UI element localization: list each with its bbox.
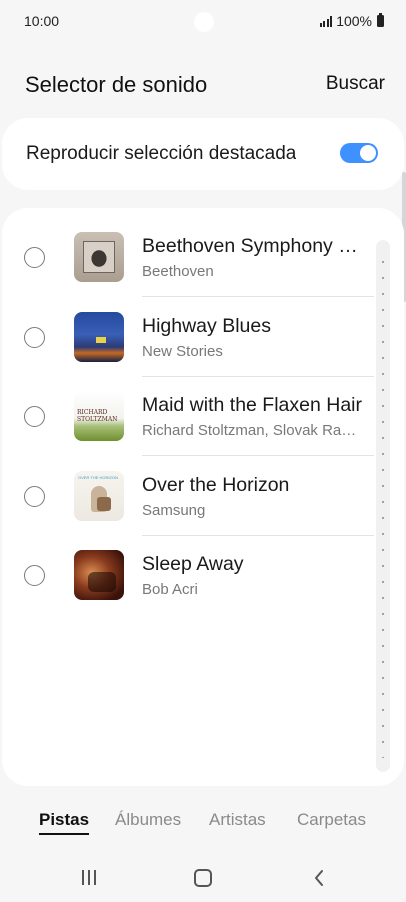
- divider: [142, 534, 374, 536]
- search-button[interactable]: Buscar: [326, 73, 385, 95]
- track-radio[interactable]: [24, 485, 45, 507]
- track-row[interactable]: Sleep Away Bob Acri: [2, 548, 404, 628]
- fast-scroll-bar[interactable]: [376, 240, 390, 772]
- track-radio[interactable]: [24, 406, 45, 427]
- highlight-toggle-card[interactable]: Reproducir selección destacada: [2, 118, 404, 190]
- battery-percent: 100%: [336, 13, 372, 29]
- track-radio[interactable]: [24, 247, 45, 268]
- divider: [142, 455, 374, 456]
- track-row[interactable]: RICHARD STOLTZMAN Maid with the Flaxen H…: [2, 389, 404, 469]
- track-artist: Richard Stoltzman, Slovak Radio Symphony…: [142, 422, 364, 439]
- track-artist: New Stories: [142, 342, 223, 360]
- track-artist: Bob Acri: [142, 581, 198, 598]
- home-icon[interactable]: [194, 869, 212, 887]
- signal-icon: [319, 15, 333, 27]
- track-title: Maid with the Flaxen Hair: [142, 394, 363, 416]
- track-artist: Beethoven: [142, 263, 214, 280]
- tab-active-indicator: [39, 833, 90, 835]
- highlight-toggle-label: Reproducir selección destacada: [26, 143, 297, 164]
- status-bar: 10:00 100%: [0, 0, 406, 44]
- tab-folders[interactable]: Carpetas: [297, 810, 366, 830]
- battery-icon: [377, 13, 384, 27]
- tab-label: Pistas: [39, 810, 90, 829]
- header: Selector de sonido Buscar: [0, 58, 406, 110]
- scroll-index-dots: [382, 254, 384, 758]
- divider: [142, 296, 374, 297]
- track-list: Beethoven Symphony No. 9 (Scherzo) Beeth…: [2, 230, 404, 628]
- track-title: Beethoven Symphony No. 9 (Scherzo): [142, 235, 364, 257]
- track-title: Over the Horizon: [142, 473, 290, 496]
- track-row[interactable]: Beethoven Symphony No. 9 (Scherzo) Beeth…: [2, 230, 404, 310]
- track-row[interactable]: Highway Blues New Stories: [2, 310, 404, 390]
- track-radio[interactable]: [24, 565, 45, 586]
- track-radio[interactable]: [24, 326, 45, 348]
- track-artist: Samsung: [142, 501, 206, 519]
- album-art-image: [74, 550, 124, 600]
- navigation-bar: [0, 856, 406, 902]
- camera-cutout: [194, 12, 214, 32]
- status-indicators: 100%: [319, 13, 384, 29]
- back-icon[interactable]: [310, 868, 330, 888]
- album-art-image: OVER THE HORIZON: [74, 470, 124, 521]
- divider: [142, 375, 374, 377]
- recents-icon[interactable]: [82, 870, 98, 885]
- album-art-image: [74, 311, 124, 362]
- track-title: Sleep Away: [142, 553, 244, 575]
- track-row[interactable]: OVER THE HORIZON Over the Horizon Samsun…: [2, 469, 404, 549]
- tab-albums[interactable]: Álbumes: [115, 810, 181, 830]
- highlight-toggle-switch[interactable]: [340, 143, 378, 163]
- page-title: Selector de sonido: [25, 72, 208, 97]
- track-title: Highway Blues: [142, 314, 271, 337]
- status-time: 10:00: [24, 13, 60, 29]
- tab-artists[interactable]: Artistas: [209, 810, 266, 830]
- album-art-image: RICHARD STOLTZMAN: [74, 391, 124, 441]
- track-list-card: Beethoven Symphony No. 9 (Scherzo) Beeth…: [2, 208, 404, 786]
- toggle-knob: [360, 145, 376, 161]
- tab-bar: Pistas Álbumes Artistas Carpetas: [0, 800, 406, 840]
- tab-tracks[interactable]: Pistas: [39, 810, 90, 835]
- album-art-image: [74, 232, 124, 282]
